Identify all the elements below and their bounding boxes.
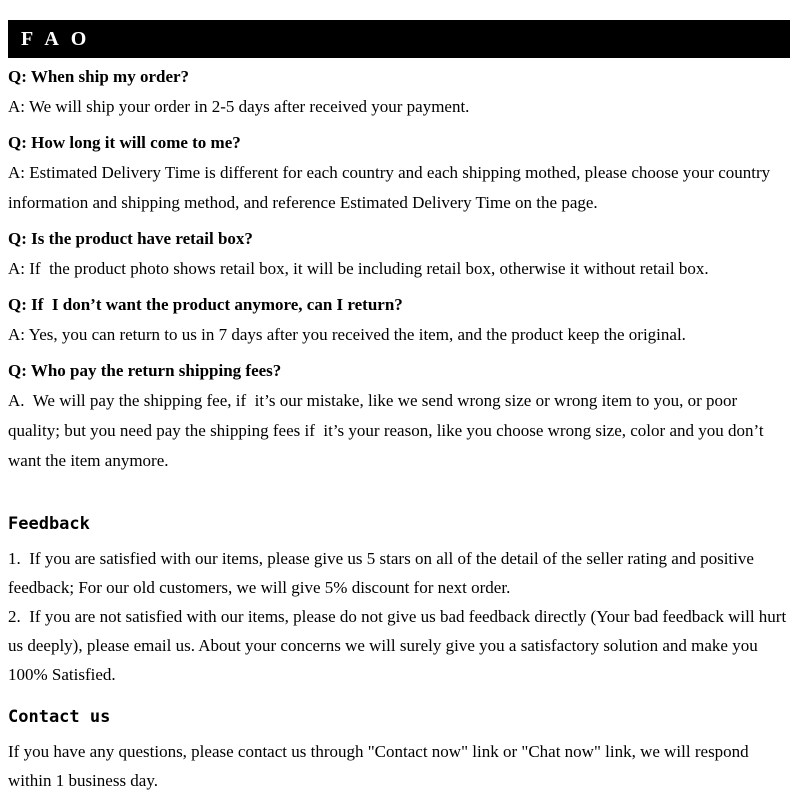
- faq-question: Q: Who pay the return shipping fees?: [8, 361, 282, 380]
- faq-page: F A O Q: When ship my order? A: We will …: [0, 0, 800, 790]
- faq-item: Q: When ship my order? A: We will ship y…: [8, 62, 790, 122]
- faq-answer: A: We will ship your order in 2-5 days a…: [8, 97, 470, 116]
- page-title: F A O: [21, 28, 91, 50]
- faq-question: Q: When ship my order?: [8, 67, 190, 86]
- faq-content: Q: When ship my order? A: We will ship y…: [8, 62, 790, 795]
- faq-answer: A: Estimated Delivery Time is different …: [8, 163, 775, 212]
- faq-question: Q: If I don’t want the product anymore, …: [8, 295, 403, 314]
- feedback-section: Feedback 1. If you are satisfied with ou…: [8, 510, 790, 689]
- contact-section: Contact us If you have any questions, pl…: [8, 703, 790, 795]
- feedback-heading: Feedback: [8, 514, 90, 534]
- feedback-item-1: 1. If you are satisfied with our items, …: [8, 549, 759, 597]
- faq-question: Q: Is the product have retail box?: [8, 229, 253, 248]
- feedback-item-2: 2. If you are not satisfied with our ite…: [8, 607, 791, 684]
- faq-answer: A. We will pay the shipping fee, if it’s…: [8, 391, 768, 470]
- faq-item: Q: If I don’t want the product anymore, …: [8, 290, 790, 350]
- page-banner: F A O: [8, 20, 790, 58]
- contact-heading: Contact us: [8, 707, 111, 727]
- faq-question: Q: How long it will come to me?: [8, 133, 241, 152]
- contact-paragraph: If you have any questions, please contac…: [8, 742, 753, 790]
- faq-item: Q: Is the product have retail box? A: If…: [8, 224, 790, 284]
- faq-answer: A: If the product photo shows retail box…: [8, 259, 709, 278]
- faq-item: Q: How long it will come to me? A: Estim…: [8, 128, 790, 218]
- faq-item: Q: Who pay the return shipping fees? A. …: [8, 356, 790, 476]
- faq-answer: A: Yes, you can return to us in 7 days a…: [8, 325, 686, 344]
